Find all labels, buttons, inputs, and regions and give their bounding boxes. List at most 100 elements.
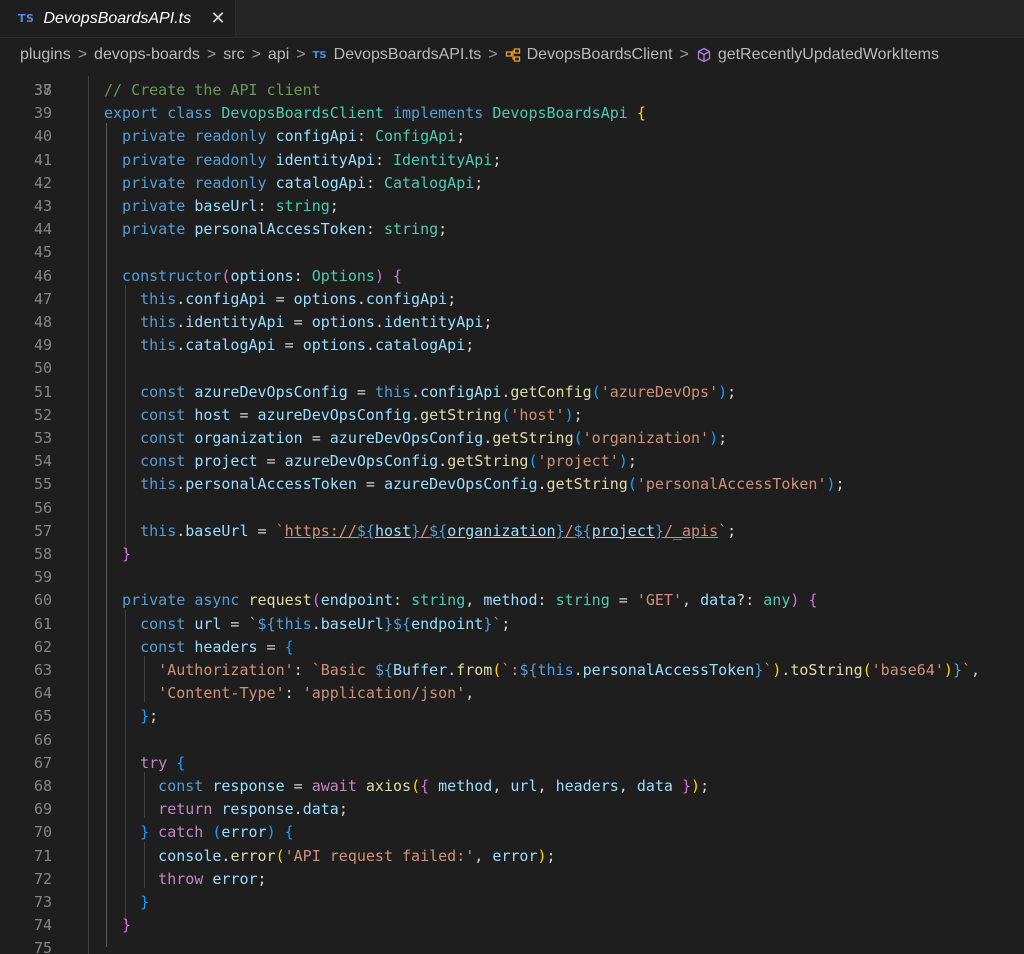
code-token: private (104, 220, 195, 239)
line-number: 49 (33, 336, 52, 355)
code-line[interactable]: 54 const project = azureDevOpsConfig.get… (0, 450, 1024, 473)
code-token: error (492, 846, 538, 865)
code-line[interactable]: 67 try { (0, 752, 1024, 775)
code-line[interactable]: 74 } (0, 914, 1024, 937)
code-token: { (284, 637, 294, 656)
code-line[interactable]: 64 'Content-Type': 'application/json', (0, 682, 1024, 705)
code-token: method (438, 777, 493, 795)
code-line[interactable]: 40 private readonly configApi: ConfigApi… (0, 125, 1024, 148)
code-line[interactable]: 51 const azureDevOpsConfig = this.config… (0, 381, 1024, 404)
code-line[interactable]: 46 constructor(options: Options) { (0, 265, 1024, 288)
code-token: const (104, 429, 195, 447)
code-token: ConfigApi (374, 127, 457, 146)
code-token: configApi (420, 382, 502, 401)
code-token: ) (618, 452, 628, 471)
code-token: { (636, 104, 646, 123)
code-token: IdentityApi (393, 150, 493, 169)
code-line[interactable]: 38 // Create the API client (0, 79, 1024, 102)
breadcrumb-item-method[interactable]: getRecentlyUpdatedWorkItems (718, 46, 939, 64)
code-line[interactable]: 45 (0, 241, 1024, 264)
code-line[interactable]: 42 private readonly catalogApi: CatalogA… (0, 172, 1024, 195)
line-number: 63 (33, 661, 52, 679)
code-text: } (104, 914, 131, 937)
code-token: url (194, 614, 222, 633)
breadcrumb-item-class[interactable]: DevopsBoardsClient (527, 46, 673, 64)
code-text: export class DevopsBoardsClient implemen… (104, 102, 646, 125)
code-token: 'organization' (582, 429, 710, 447)
code-line[interactable]: 73 } (0, 891, 1024, 914)
breadcrumb-item-file[interactable]: DevopsBoardsAPI.ts (334, 46, 482, 64)
code-line[interactable]: 60 private async request(endpoint: strin… (0, 589, 1024, 612)
code-line[interactable]: 49 this.catalogApi = options.catalogApi; (0, 334, 1024, 357)
code-token: string (411, 591, 466, 610)
code-token: identityApi (185, 313, 285, 331)
code-token: ) (772, 661, 782, 679)
code-token: ( (528, 452, 538, 471)
code-text: private personalAccessToken: string; (104, 218, 447, 241)
line-number: 58 (33, 545, 52, 563)
line-number: 66 (33, 730, 52, 749)
code-line[interactable]: 52 const host = azureDevOpsConfig.getStr… (0, 404, 1024, 427)
code-token: ) (537, 846, 547, 865)
code-text: const headers = { (104, 636, 294, 659)
code-line[interactable]: 70 } catch (error) { (0, 821, 1024, 844)
code-line[interactable]: 43 private baseUrl: string; (0, 195, 1024, 218)
code-token: = (248, 521, 276, 540)
code-line[interactable]: 65 }; (0, 705, 1024, 728)
code-line[interactable]: 61 const url = `${this.baseUrl}${endpoin… (0, 613, 1024, 636)
code-line[interactable]: 69 return response.data; (0, 798, 1024, 821)
code-line[interactable]: 75 (0, 937, 1024, 954)
breadcrumb-item-devops-boards[interactable]: devops-boards (94, 46, 200, 64)
code-line[interactable]: 50 (0, 357, 1024, 380)
code-token: configApi (185, 289, 267, 308)
code-editor[interactable]: 37 38// Create the API client 39 export cl… (0, 72, 1024, 954)
code-text: const url = `${this.baseUrl}${endpoint}`… (104, 613, 510, 636)
breadcrumb-item-api[interactable]: api (268, 46, 289, 64)
code-line[interactable]: 57 this.baseUrl = `https://${host}/${org… (0, 520, 1024, 543)
code-token: constructor (104, 266, 222, 285)
code-token: } (483, 614, 493, 633)
line-number: 53 (33, 429, 52, 447)
code-line[interactable]: 66 (0, 729, 1024, 752)
code-token: } (682, 777, 692, 795)
code-line[interactable]: 63 'Authorization': `Basic ${Buffer.from… (0, 659, 1024, 682)
code-token: { (808, 591, 818, 610)
code-token: endpoint (411, 614, 484, 633)
code-text: return response.data; (104, 798, 348, 821)
code-token: 'host' (510, 405, 565, 424)
code-text: constructor(options: Options) { (104, 265, 402, 288)
code-token: options (293, 289, 357, 308)
breadcrumb-item-plugins[interactable]: plugins (20, 46, 71, 64)
code-line[interactable]: 59 (0, 566, 1024, 589)
code-token: = (221, 614, 249, 633)
code-token: ; (573, 405, 583, 424)
code-line[interactable]: 44 private personalAccessToken: string; (0, 218, 1024, 241)
line-number: 51 (33, 382, 52, 401)
breadcrumb-item-src[interactable]: src (223, 46, 244, 64)
code-token: ` (961, 661, 971, 679)
code-line[interactable]: 72 throw error; (0, 868, 1024, 891)
editor-tab-active[interactable]: TS DevopsBoardsAPI.ts ✕ (0, 0, 236, 37)
code-token: ( (411, 777, 421, 795)
code-line[interactable]: 47 this.configApi = options.configApi; (0, 288, 1024, 311)
code-token: catalogApi (374, 336, 466, 355)
line-number: 44 (33, 220, 52, 239)
code-token: this (104, 521, 177, 540)
code-line[interactable]: 41 private readonly identityApi: Identit… (0, 149, 1024, 172)
code-token: = (609, 591, 637, 610)
code-line[interactable]: 53 const organization = azureDevOpsConfi… (0, 427, 1024, 450)
code-token: = (257, 452, 285, 471)
code-line[interactable]: 62 const headers = { (0, 636, 1024, 659)
code-line[interactable]: 48 this.identityApi = options.identityAp… (0, 311, 1024, 334)
close-icon[interactable]: ✕ (208, 8, 228, 28)
code-line[interactable]: 71 console.error('API request failed:', … (0, 845, 1024, 868)
code-token: ) (374, 266, 384, 285)
code-line[interactable]: 56 (0, 497, 1024, 520)
code-line[interactable]: 58 } (0, 543, 1024, 566)
code-line[interactable]: 68 const response = await axios({ method… (0, 775, 1024, 798)
code-token: this (104, 313, 177, 331)
code-line[interactable]: 55 this.personalAccessToken = azureDevOp… (0, 473, 1024, 496)
code-text: } catch (error) { (104, 821, 294, 844)
code-token: private (104, 173, 195, 192)
code-line[interactable]: 39 export class DevopsBoardsClient implem… (0, 102, 1024, 125)
